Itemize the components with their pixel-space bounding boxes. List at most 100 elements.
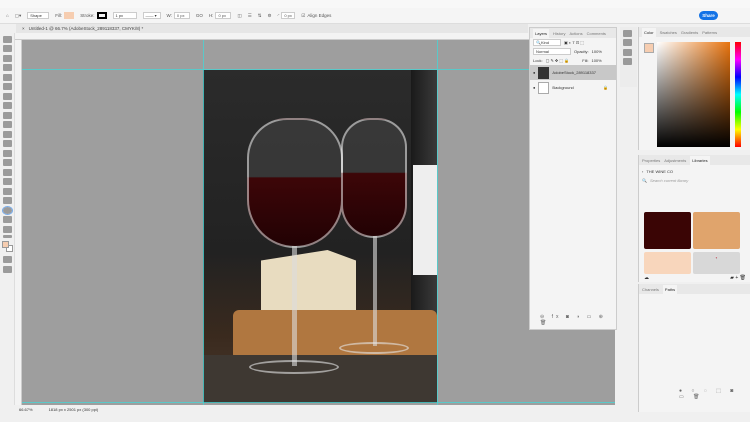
color-panel: Color Swatches Gradients Patterns xyxy=(638,27,750,150)
horizontal-ruler[interactable] xyxy=(15,33,615,40)
eye-icon[interactable]: ● xyxy=(533,70,535,75)
filter-icons[interactable]: ▣ ◐ T ⊡ ⬚ xyxy=(564,40,584,45)
close-icon[interactable]: × xyxy=(22,26,25,31)
lock-icons[interactable]: ▢ ✎ ✥ ⬚ 🔒 xyxy=(546,58,570,63)
h-label: H: xyxy=(208,13,214,18)
quick-select-tool-icon[interactable] xyxy=(3,64,12,71)
color-swatch[interactable] xyxy=(644,212,691,249)
blur-tool-icon[interactable] xyxy=(3,159,12,166)
tab-comments[interactable]: Comments xyxy=(587,31,606,36)
tab-layers[interactable]: Layers xyxy=(533,28,550,38)
radius-input[interactable]: 0 px xyxy=(281,12,296,19)
frame-tool-icon[interactable] xyxy=(3,83,12,90)
type-tool-icon[interactable] xyxy=(3,187,12,195)
height-input[interactable]: 0 px xyxy=(215,12,232,19)
crop-tool-icon[interactable] xyxy=(3,73,12,81)
gear-icon[interactable]: ⚙ xyxy=(268,13,272,19)
layer-actions[interactable]: ⊖ fx ◙ ◑ ▭ ⊕ 🗑 xyxy=(540,314,616,326)
dodge-tool-icon[interactable] xyxy=(3,168,12,176)
guide[interactable] xyxy=(22,69,615,70)
home-icon[interactable]: ⌂ xyxy=(6,13,9,18)
vertical-ruler[interactable] xyxy=(15,40,22,405)
learn-icon[interactable] xyxy=(623,29,632,37)
fill-input[interactable]: 100% xyxy=(591,58,601,63)
tool-preset-icon[interactable]: ▢▾ xyxy=(15,13,22,19)
layer-row[interactable]: ● Background 🔒 xyxy=(530,80,616,95)
marquee-tool-icon[interactable] xyxy=(3,45,12,52)
library-actions[interactable]: ☁ ▰ + 🗑 xyxy=(644,275,746,281)
rectangle-tool-icon[interactable] xyxy=(2,205,13,215)
eye-icon[interactable]: ● xyxy=(533,85,535,90)
tab-properties[interactable]: Properties xyxy=(642,158,660,163)
quick-mask-icon[interactable] xyxy=(3,256,12,263)
stroke-width-input[interactable]: 1 px xyxy=(112,12,137,19)
play-icon[interactable] xyxy=(623,48,632,56)
align-edges-checkbox[interactable]: ☑ xyxy=(301,13,305,19)
filter-kind-select[interactable]: 🔍 Kind xyxy=(533,39,561,46)
more-tools-icon[interactable] xyxy=(3,235,12,238)
healing-tool-icon[interactable] xyxy=(3,102,12,109)
width-input[interactable]: 0 px xyxy=(173,12,190,19)
link-icon[interactable]: GO xyxy=(196,13,203,18)
mode-select[interactable]: Shape xyxy=(27,12,50,19)
gradient-tool-icon[interactable] xyxy=(3,149,12,157)
brush-tool-icon[interactable] xyxy=(3,111,12,119)
back-icon[interactable]: ‹ xyxy=(642,169,643,174)
color-swatch[interactable] xyxy=(693,212,740,249)
path-alignment-icon[interactable]: ☰ xyxy=(248,13,252,19)
path-arrangement-icon[interactable]: ⇅ xyxy=(258,13,262,19)
hue-slider[interactable] xyxy=(735,42,741,147)
opacity-input[interactable]: 100% xyxy=(592,49,602,54)
share-button[interactable]: Share xyxy=(699,11,718,20)
stroke-type-select[interactable]: —— ▾ xyxy=(142,12,161,19)
move-tool-icon[interactable] xyxy=(3,35,12,43)
library-search-input[interactable]: Search current library xyxy=(650,178,688,183)
canvas-area[interactable] xyxy=(22,40,615,405)
path-select-tool-icon[interactable] xyxy=(3,197,12,204)
blend-mode-select[interactable]: Normal xyxy=(533,48,571,55)
comments-icon[interactable] xyxy=(623,58,632,65)
zoom-tool-icon[interactable] xyxy=(3,225,12,233)
pen-tool-icon[interactable] xyxy=(3,178,12,185)
hand-tool-icon[interactable] xyxy=(3,216,12,223)
zoom-level[interactable]: 66.67% xyxy=(19,407,33,412)
cutting-board xyxy=(233,310,437,360)
guide[interactable] xyxy=(437,40,438,405)
tab-swatches[interactable]: Swatches xyxy=(660,30,677,35)
history-brush-tool-icon[interactable] xyxy=(3,130,12,138)
stroke-swatch[interactable] xyxy=(96,12,107,19)
color-swatch[interactable] xyxy=(644,252,691,274)
menu-bar xyxy=(0,0,750,8)
wine-photo xyxy=(203,70,437,403)
tab-actions[interactable]: Actions xyxy=(569,31,582,36)
eraser-tool-icon[interactable] xyxy=(3,140,12,147)
document-tab[interactable]: × Untitled-1 @ 66.7% (AdobeStock_28911833… xyxy=(16,24,528,33)
layer-thumbnail xyxy=(538,81,550,94)
foreground-background-colors[interactable] xyxy=(2,241,14,253)
color-field[interactable] xyxy=(657,42,730,147)
tab-libraries[interactable]: Libraries xyxy=(690,155,710,165)
guide[interactable] xyxy=(203,40,204,405)
path-actions[interactable]: ● ○ ◌ ⬚ ◙ ▭ 🗑 xyxy=(679,388,750,400)
stamp-tool-icon[interactable] xyxy=(3,121,12,128)
layer-row[interactable]: ● AdobeStock_289118337 xyxy=(530,65,616,80)
logo-graphic[interactable]: 🍷 xyxy=(693,252,740,274)
fg-bg-swatch[interactable] xyxy=(644,43,654,53)
tab-gradients[interactable]: Gradients xyxy=(681,30,698,35)
tab-adjustments[interactable]: Adjustments xyxy=(664,158,686,163)
tab-history[interactable]: History xyxy=(553,31,565,36)
screen-mode-icon[interactable] xyxy=(3,265,12,273)
align-edges-label: Align Edges xyxy=(307,13,332,18)
fill-swatch[interactable] xyxy=(64,12,75,19)
tab-patterns[interactable]: Patterns xyxy=(702,30,717,35)
properties-icon[interactable] xyxy=(623,39,632,46)
eyedropper-tool-icon[interactable] xyxy=(3,92,12,100)
tab-channels[interactable]: Channels xyxy=(642,287,659,292)
tab-paths[interactable]: Paths xyxy=(662,284,678,294)
tab-color[interactable]: Color xyxy=(642,27,656,37)
libraries-panel: Properties Adjustments Libraries ‹ THE WI… xyxy=(638,155,750,282)
path-operations-icon[interactable]: ◫ xyxy=(237,13,241,19)
guide[interactable] xyxy=(22,402,615,403)
search-icon: 🔍 xyxy=(642,178,647,183)
lasso-tool-icon[interactable] xyxy=(3,54,12,62)
